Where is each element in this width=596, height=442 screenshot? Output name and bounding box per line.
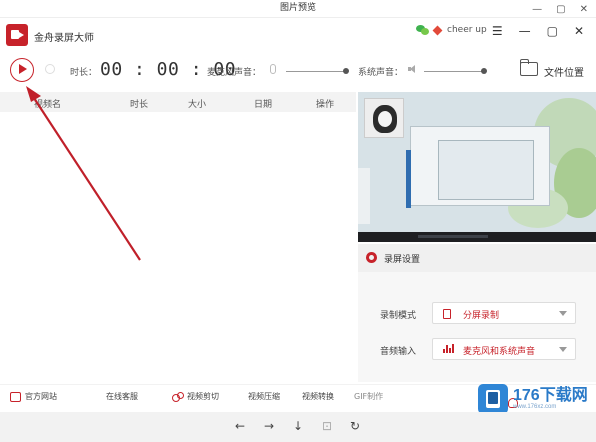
online-support-link[interactable]: 在线客服 xyxy=(92,391,518,408)
recording-toolbar: 时长： 00 : 00 : 00 麦克风声音： 系统声音： 文件位置 xyxy=(0,58,596,86)
column-date: 日期 xyxy=(254,100,273,110)
close-button[interactable]: ✕ xyxy=(574,24,584,38)
recordings-list xyxy=(0,112,356,382)
duration-label: 时长： xyxy=(70,68,98,78)
system-volume-label: 系统声音： xyxy=(358,68,404,78)
monitor-icon xyxy=(10,391,21,402)
viewer-minimize-button[interactable]: — xyxy=(532,2,542,18)
recorder-app-window: 金舟录屏大师 cheer up ☰ — ▢ ✕ 时长： 00 : 00 : 00… xyxy=(0,18,596,412)
mic-volume-knob[interactable] xyxy=(343,68,349,74)
speaker-icon[interactable] xyxy=(408,65,416,73)
mic-volume-label: 麦克风声音： xyxy=(207,68,262,78)
maximize-button[interactable]: ▢ xyxy=(547,24,558,38)
mic-volume-slider[interactable] xyxy=(286,68,349,74)
viewer-window-controls: — ▢ ✕ xyxy=(532,2,588,18)
audio-wave-icon xyxy=(443,344,454,354)
official-website-label: 官方网站 xyxy=(25,392,57,401)
app-title-bar: 金舟录屏大师 cheer up ☰ — ▢ ✕ xyxy=(0,18,596,54)
watermark-brand: 176下载网 xyxy=(513,387,588,404)
app-name: 金舟录屏大师 xyxy=(34,33,94,44)
app-logo-icon xyxy=(6,24,28,46)
chevron-down-icon xyxy=(559,347,567,352)
record-mode-label: 录制模式 xyxy=(380,311,417,321)
site-watermark: 176下载网 www.176xz.com xyxy=(478,384,588,414)
next-image-button[interactable]: → xyxy=(264,419,274,433)
viewer-title: 图片预览 xyxy=(279,3,316,13)
vip-gem-icon xyxy=(432,25,443,35)
menu-icon[interactable]: ☰ xyxy=(492,24,503,38)
user-name: cheer up xyxy=(447,25,487,35)
recording-settings-header: 录屏设置 xyxy=(358,244,596,272)
start-recording-button[interactable] xyxy=(10,58,34,82)
minimize-button[interactable]: — xyxy=(519,24,531,38)
gif-maker-link[interactable]: GIF制作 xyxy=(354,391,383,402)
microphone-icon[interactable] xyxy=(270,64,276,74)
split-screen-icon xyxy=(443,309,451,319)
column-duration: 时长 xyxy=(130,100,149,110)
official-website-link[interactable]: 官方网站 xyxy=(10,391,57,402)
viewer-maximize-button[interactable]: ▢ xyxy=(556,2,565,18)
column-size: 大小 xyxy=(188,100,207,110)
video-convert-link[interactable]: 视频转换 xyxy=(302,391,334,402)
viewer-close-button[interactable]: ✕ xyxy=(580,2,588,18)
wechat-icon xyxy=(416,24,430,36)
preview-window-edge xyxy=(406,150,411,208)
scissors-icon xyxy=(172,391,184,402)
online-support-label: 在线客服 xyxy=(106,392,138,401)
preview-window xyxy=(438,140,534,200)
fit-to-window-button[interactable]: ⊡ xyxy=(322,419,332,433)
folder-icon[interactable] xyxy=(520,59,538,76)
viewer-title-bar: 图片预览 — ▢ ✕ xyxy=(0,0,596,18)
record-mode-select[interactable]: 分屏录制 xyxy=(432,302,576,324)
window-controls: ☰ — ▢ ✕ xyxy=(492,24,584,38)
preview-taskbar xyxy=(358,232,596,242)
download-button[interactable]: ↓ xyxy=(293,419,303,433)
system-volume-knob[interactable] xyxy=(481,68,487,74)
video-compress-link[interactable]: 视频压缩 xyxy=(248,391,280,402)
watermark-url: www.176xz.com xyxy=(513,404,557,410)
recordings-table-header: 视频名 时长 大小 日期 操作 xyxy=(0,92,356,112)
site-logo-icon xyxy=(478,384,508,414)
settings-title: 录屏设置 xyxy=(384,255,421,265)
screen-preview xyxy=(358,92,596,242)
recording-settings-panel: 录制模式 分屏录制 音频输入 麦克风和系统声音 xyxy=(358,272,596,382)
system-volume-slider[interactable] xyxy=(424,68,487,74)
record-mode-value: 分屏录制 xyxy=(463,311,500,321)
file-location-button[interactable]: 文件位置 xyxy=(544,64,584,79)
pause-recording-button[interactable] xyxy=(45,64,55,74)
rotate-button[interactable]: ↻ xyxy=(350,419,360,433)
video-cut-label: 视频剪切 xyxy=(187,392,219,401)
chevron-down-icon xyxy=(559,311,567,316)
audio-input-value: 麦克风和系统声音 xyxy=(463,347,536,357)
gear-icon xyxy=(366,252,377,263)
column-actions: 操作 xyxy=(316,100,335,110)
user-account[interactable]: cheer up xyxy=(416,24,487,36)
preview-avatar xyxy=(364,98,404,138)
previous-image-button[interactable]: ← xyxy=(235,419,245,433)
column-video-name: 视频名 xyxy=(34,100,62,110)
viewer-toolbar: ← → ↓ ⊡ ↻ xyxy=(0,412,596,442)
audio-input-select[interactable]: 麦克风和系统声音 xyxy=(432,338,576,360)
audio-input-label: 音频输入 xyxy=(380,347,417,357)
preview-desktop-icons xyxy=(358,168,370,224)
video-cut-link[interactable]: 视频剪切 xyxy=(172,391,219,402)
